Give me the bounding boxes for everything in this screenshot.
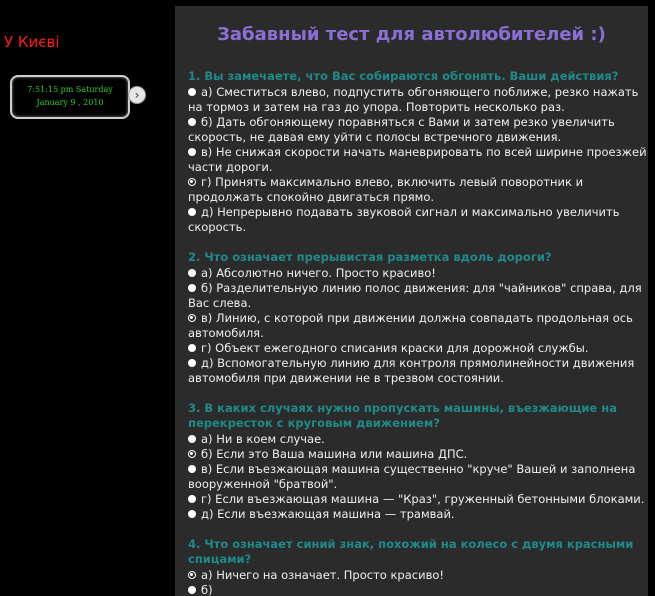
radio-button[interactable] — [188, 465, 196, 473]
radio-button[interactable] — [188, 435, 196, 443]
radio-button[interactable] — [188, 450, 196, 458]
answer-option[interactable]: а) Ничего на означает. Просто красиво! — [188, 568, 648, 583]
radio-button[interactable] — [188, 148, 196, 156]
answer-label: б) Если это Ваша машина или машина ДПС. — [201, 447, 468, 461]
answer-label: г) Объект ежегодного списания краски для… — [201, 341, 589, 355]
radio-button[interactable] — [188, 571, 196, 579]
question-title: 2. Что означает прерывистая разметка вдо… — [188, 250, 552, 264]
answer-option[interactable]: г) Объект ежегодного списания краски для… — [188, 341, 648, 356]
answer-option[interactable]: в) Линию, с которой при движении должна … — [188, 311, 648, 341]
answer-label: д) Если въезжающая машина — трамвай. — [201, 507, 455, 521]
answer-option[interactable]: д) Непрерывно подавать звуковой сигнал и… — [188, 205, 648, 235]
radio-button[interactable] — [188, 178, 196, 186]
clock-time: 7:51:15 pm Saturday — [27, 85, 113, 94]
radio-button[interactable] — [188, 208, 196, 216]
answer-option[interactable]: а) Абсолютно ничего. Просто красиво! — [188, 266, 648, 281]
answer-option[interactable]: д) Если въезжающая машина — трамвай. — [188, 507, 648, 522]
answer-label: б) Разделительную линию полос движения: … — [188, 281, 642, 310]
question-block: 3. В каких случаях нужно пропускать маши… — [188, 401, 648, 522]
radio-button[interactable] — [188, 314, 196, 322]
answer-label: в) Если въезжающая машина существенно "к… — [188, 462, 636, 491]
question-block: 4. Что означает синий знак, похожий на к… — [188, 537, 648, 596]
answer-option[interactable]: г) Если въезжающая машина — "Краз", груж… — [188, 492, 648, 507]
quiz: 1. Вы замечаете, что Вас собираются обго… — [188, 69, 648, 596]
radio-button[interactable] — [188, 359, 196, 367]
answer-label: а) Ни в коем случае. — [201, 432, 325, 446]
answer-option[interactable]: а) Ни в коем случае. — [188, 432, 648, 447]
answer-label: б) — [201, 583, 213, 596]
answer-option[interactable]: а) Сместиться влево, подпустить обгоняющ… — [188, 85, 648, 115]
answer-label: г) Если въезжающая машина — "Краз", груж… — [201, 492, 645, 506]
answer-option[interactable]: б) — [188, 583, 648, 596]
answer-option[interactable]: в) Не снижая скорости начать маневрирова… — [188, 145, 648, 175]
answer-label: д) Непрерывно подавать звуковой сигнал и… — [188, 205, 620, 234]
radio-button[interactable] — [188, 284, 196, 292]
question-title: 4. Что означает синий знак, похожий на к… — [188, 537, 634, 566]
page-title: Забавный тест для автолюбителей :) — [217, 24, 606, 45]
chevron-right-icon[interactable]: › — [128, 86, 146, 104]
main-content: Забавный тест для автолюбителей :) 1. Вы… — [175, 6, 648, 596]
radio-button[interactable] — [188, 495, 196, 503]
clock-widget: 7:51:15 pm Saturday January 9 , 2010 — [10, 75, 130, 119]
city-title: У Києві — [4, 33, 60, 51]
question-title: 3. В каких случаях нужно пропускать маши… — [188, 401, 617, 430]
left-sidebar: У Києві 7:51:15 pm Saturday January 9 , … — [0, 0, 175, 596]
radio-button[interactable] — [188, 88, 196, 96]
answer-label: б) Дать обгоняющему поравняться с Вами и… — [188, 115, 615, 144]
radio-button[interactable] — [188, 344, 196, 352]
radio-button[interactable] — [188, 586, 196, 594]
radio-button[interactable] — [188, 510, 196, 518]
question-block: 2. Что означает прерывистая разметка вдо… — [188, 250, 648, 386]
answer-option[interactable]: д) Вспомогательную линию для контроля пр… — [188, 356, 648, 386]
answer-label: а) Ничего на означает. Просто красиво! — [201, 568, 444, 582]
answer-label: а) Абсолютно ничего. Просто красиво! — [201, 266, 436, 280]
answer-label: в) Не снижая скорости начать маневрирова… — [188, 145, 647, 174]
answer-option[interactable]: б) Дать обгоняющему поравняться с Вами и… — [188, 115, 648, 145]
answer-option[interactable]: г) Принять максимально влево, включить л… — [188, 175, 648, 205]
answer-label: в) Линию, с которой при движении должна … — [188, 311, 633, 340]
answer-label: а) Сместиться влево, подпустить обгоняющ… — [188, 85, 639, 114]
answer-option[interactable]: б) Если это Ваша машина или машина ДПС. — [188, 447, 648, 462]
radio-button[interactable] — [188, 269, 196, 277]
radio-button[interactable] — [188, 118, 196, 126]
answer-label: г) Принять максимально влево, включить л… — [188, 175, 584, 204]
answer-option[interactable]: в) Если въезжающая машина существенно "к… — [188, 462, 648, 492]
answer-option[interactable]: б) Разделительную линию полос движения: … — [188, 281, 648, 311]
question-title: 1. Вы замечаете, что Вас собираются обго… — [188, 69, 619, 83]
question-block: 1. Вы замечаете, что Вас собираются обго… — [188, 69, 648, 235]
clock-date: January 9 , 2010 — [36, 98, 104, 107]
answer-label: д) Вспомогательную линию для контроля пр… — [188, 356, 635, 385]
